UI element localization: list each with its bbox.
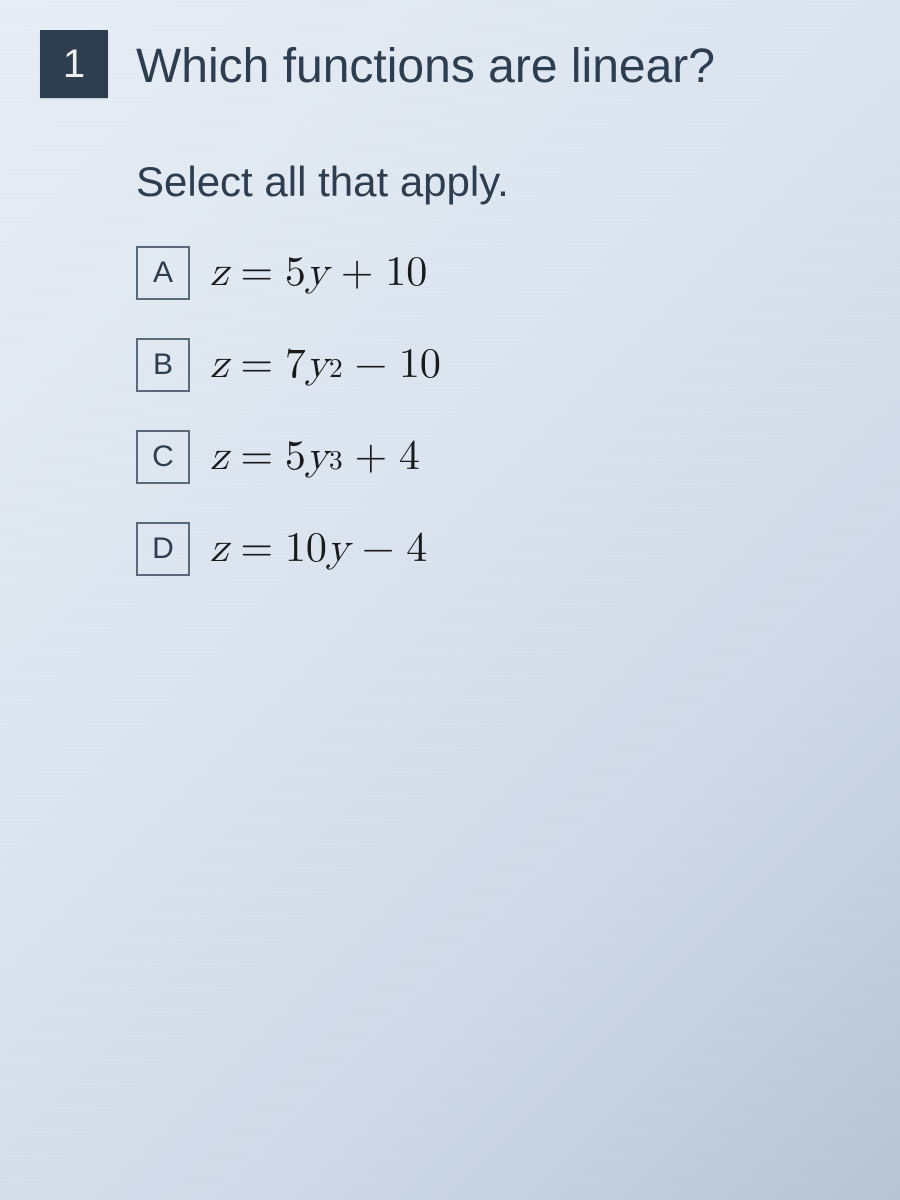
operator: + — [329, 248, 385, 298]
option-letter-box[interactable]: A — [136, 246, 190, 300]
options-list: A z = 5y + 10 B z = 7y2 − 10 C z = 5y3 + — [136, 246, 860, 576]
option-letter: B — [153, 348, 173, 382]
option-a[interactable]: A z = 5y + 10 — [136, 246, 860, 300]
constant: 10 — [385, 248, 427, 298]
constant: 4 — [406, 524, 427, 574]
lhs-var: z — [210, 340, 229, 390]
equals-sign: = — [229, 340, 285, 390]
operator: − — [343, 340, 399, 390]
coef: 7 — [285, 340, 306, 390]
option-equation: z = 5y + 10 — [210, 248, 427, 298]
lhs-var: z — [210, 432, 229, 482]
constant: 10 — [399, 340, 441, 390]
constant: 4 — [399, 432, 420, 482]
coef: 5 — [285, 432, 306, 482]
option-letter-box[interactable]: D — [136, 522, 190, 576]
question-number-badge: 1 — [40, 30, 108, 98]
option-b[interactable]: B z = 7y2 − 10 — [136, 338, 860, 392]
lhs-var: z — [210, 248, 229, 298]
rhs-var: y — [306, 340, 328, 390]
question-text: Which functions are linear? — [136, 30, 715, 96]
option-c[interactable]: C z = 5y3 + 4 — [136, 430, 860, 484]
equals-sign: = — [229, 524, 285, 574]
rhs-var: y — [306, 432, 328, 482]
question-number: 1 — [63, 42, 85, 87]
rhs-var: y — [327, 524, 349, 574]
option-equation: z = 7y2 − 10 — [210, 340, 441, 390]
option-letter-box[interactable]: C — [136, 430, 190, 484]
question-instruction: Select all that apply. — [136, 158, 860, 206]
option-letter: C — [152, 440, 174, 474]
option-d[interactable]: D z = 10y − 4 — [136, 522, 860, 576]
equals-sign: = — [229, 432, 285, 482]
coef: 10 — [285, 524, 327, 574]
option-letter: D — [152, 532, 174, 566]
operator: + — [343, 432, 399, 482]
equals-sign: = — [229, 248, 285, 298]
option-letter: A — [153, 256, 173, 290]
lhs-var: z — [210, 524, 229, 574]
coef: 5 — [285, 248, 306, 298]
operator: − — [350, 524, 406, 574]
option-letter-box[interactable]: B — [136, 338, 190, 392]
rhs-var: y — [306, 248, 328, 298]
option-equation: z = 10y − 4 — [210, 524, 427, 574]
question-header: 1 Which functions are linear? — [40, 30, 860, 98]
option-equation: z = 5y3 + 4 — [210, 432, 420, 482]
